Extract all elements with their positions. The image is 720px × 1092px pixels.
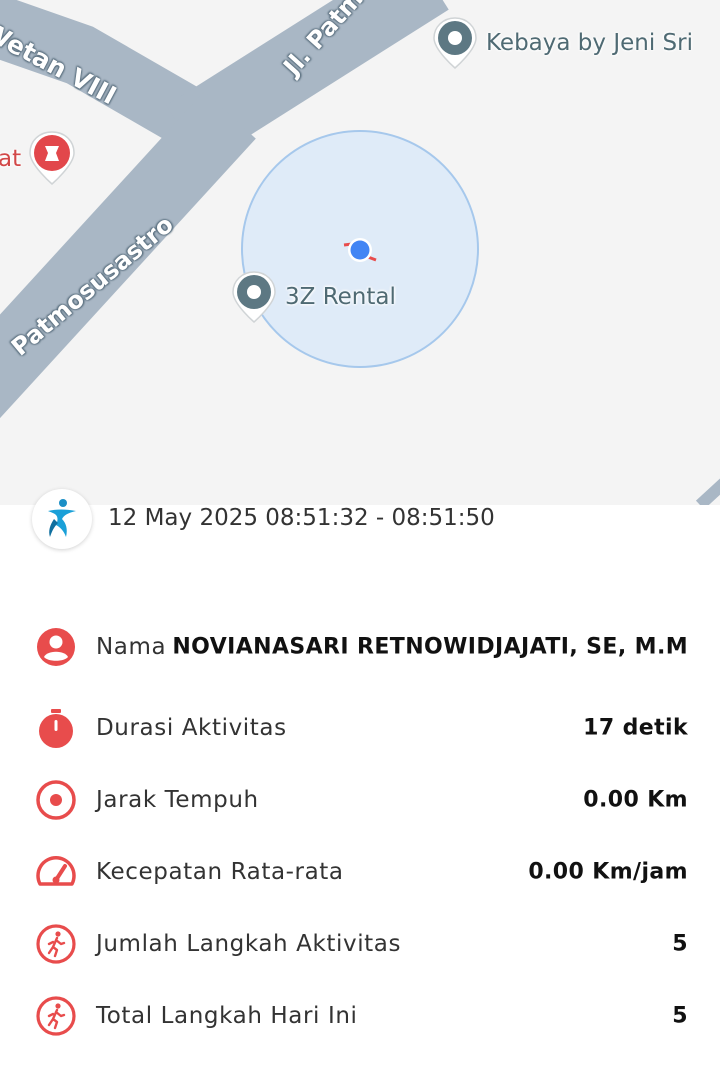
- duration-value: 17 detik: [583, 715, 688, 741]
- place-pin-icon[interactable]: [430, 16, 480, 72]
- activity-header: 12 May 2025 08:51:32 - 08:51:50: [0, 489, 720, 555]
- name-label: Nama: [96, 634, 167, 660]
- activity-steps-value: 5: [672, 931, 688, 957]
- walking-icon: [36, 996, 76, 1036]
- row-name: Nama NOVIANASARI RETNOWIDJAJATI, SE, M.M: [0, 611, 720, 683]
- row-distance: Jarak Tempuh 0.00 Km: [0, 764, 720, 836]
- speed-label: Kecepatan Rata-rata: [96, 859, 344, 885]
- speedometer-icon: [36, 856, 76, 886]
- place-pin-icon[interactable]: [229, 270, 279, 326]
- place-label-kebaya[interactable]: Kebaya by Jeni Sri: [486, 30, 693, 56]
- walking-icon: [36, 924, 76, 964]
- target-icon: [36, 780, 76, 820]
- place-label-pharmacy[interactable]: at: [0, 146, 21, 172]
- map-view[interactable]: Wetan VIII Jl. Patm Patmosusastro Kebaya…: [0, 0, 720, 505]
- distance-value: 0.00 Km: [583, 787, 688, 813]
- duration-label: Durasi Aktivitas: [96, 715, 287, 741]
- row-activity-steps: Jumlah Langkah Aktivitas 5: [0, 908, 720, 980]
- current-location-icon: [343, 238, 377, 262]
- activity-time-range: 12 May 2025 08:51:32 - 08:51:50: [108, 505, 495, 531]
- distance-label: Jarak Tempuh: [96, 787, 259, 813]
- row-speed: Kecepatan Rata-rata 0.00 Km/jam: [0, 836, 720, 908]
- stopwatch-icon: [39, 709, 73, 748]
- total-steps-label: Total Langkah Hari Ini: [96, 1003, 358, 1029]
- name-value: NOVIANASARI RETNOWIDJAJATI, SE, M.M: [172, 634, 688, 660]
- speed-value: 0.00 Km/jam: [528, 859, 688, 885]
- total-steps-value: 5: [672, 1003, 688, 1029]
- pharmacy-pin-icon[interactable]: [26, 130, 78, 188]
- activity-steps-label: Jumlah Langkah Aktivitas: [96, 931, 402, 957]
- row-duration: Durasi Aktivitas 17 detik: [0, 692, 720, 764]
- place-label-3z-rental[interactable]: 3Z Rental: [285, 284, 396, 310]
- person-icon: [37, 628, 75, 666]
- app-logo-icon: [32, 489, 92, 549]
- row-total-steps: Total Langkah Hari Ini 5: [0, 980, 720, 1052]
